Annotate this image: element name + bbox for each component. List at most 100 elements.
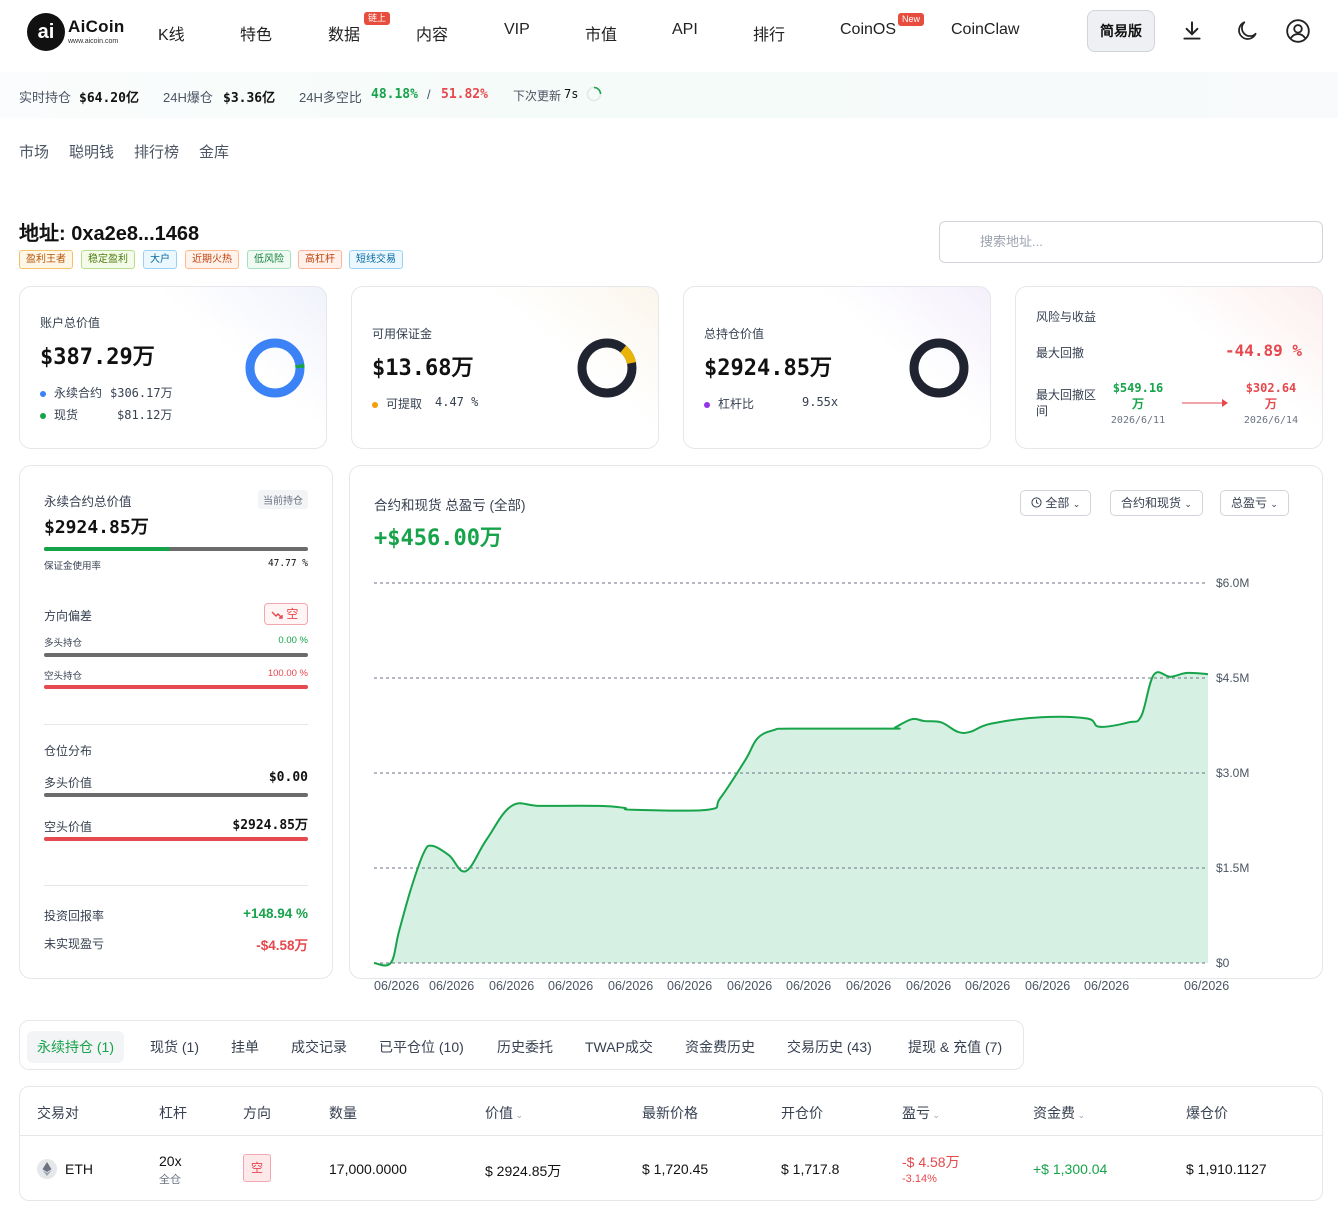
account-value: $387.29万	[40, 345, 155, 370]
nav-kline[interactable]: K线	[158, 21, 185, 45]
leverage-label: 杠杆比	[718, 397, 755, 411]
aicoin-logo[interactable]: ai AiCoin www.aicoin.com	[27, 12, 131, 52]
eth-icon	[37, 1159, 57, 1179]
col-pnl[interactable]: 盈亏 ⌄	[902, 1103, 940, 1123]
tab-perp-positions[interactable]: 永续持仓 (1)	[27, 1031, 124, 1063]
sort-icon: ⌄	[930, 1110, 941, 1120]
divider	[44, 724, 308, 725]
tag-profit-king: 盈利王者	[19, 250, 73, 269]
col-entry: 开仓价	[781, 1105, 823, 1121]
withdrawable-label: 可提取	[386, 397, 423, 411]
x-tick: 06/2026	[1084, 979, 1130, 993]
tag-short-term: 短线交易	[349, 250, 403, 269]
tag-high-leverage: 高杠杆	[298, 250, 342, 269]
nav-vip[interactable]: VIP	[504, 21, 530, 39]
long-position-value: 0.00 %	[278, 635, 308, 646]
row-pair[interactable]: ETH	[65, 1161, 93, 1177]
nav-coinos[interactable]: CoinOS	[840, 21, 896, 39]
nav-data[interactable]: 数据	[328, 21, 360, 45]
x-tick: 06/2026	[906, 979, 952, 993]
y-tick: $1.5M	[1216, 861, 1250, 875]
ratio-label: 24H多空比	[299, 90, 362, 105]
y-tick: $3.0M	[1216, 766, 1250, 780]
user-icon[interactable]	[1285, 18, 1311, 44]
subtab-leaderboard[interactable]: 排行榜	[134, 141, 179, 162]
upnl-value: -$4.58万	[256, 938, 308, 953]
spot-label: 现货	[54, 408, 79, 422]
roi-value: +148.94 %	[243, 906, 308, 921]
col-funding-label: 资金费	[1033, 1105, 1075, 1121]
time-range-dropdown[interactable]: 全部 ⌄	[1020, 490, 1092, 516]
margin-label: 可用保证金	[372, 327, 433, 341]
tab-funding-history[interactable]: 资金费历史	[675, 1031, 765, 1063]
col-value[interactable]: 价值 ⌄	[485, 1103, 523, 1123]
x-tick: 06/2026	[489, 979, 535, 993]
leverage-legend: 杠杆比	[704, 395, 754, 412]
long-position-label: 多头持仓	[44, 638, 83, 649]
row-side-badge: 空	[243, 1154, 271, 1182]
risk-label: 风险与收益	[1036, 310, 1097, 324]
drawdown-from-value: $549.16万	[1112, 381, 1164, 411]
perp-summary-panel: 永续合约总价值 当前持仓 $2924.85万 保证金使用率 47.77 % 方向…	[19, 465, 333, 979]
x-tick: 06/2026	[374, 979, 420, 993]
nav-features[interactable]: 特色	[240, 21, 272, 45]
col-pair: 交易对	[37, 1105, 79, 1121]
tag-recent-hot: 近期火热	[185, 250, 239, 269]
account-value-label: 账户总价值	[40, 316, 101, 330]
x-tick: 06/2026	[429, 979, 475, 993]
row-pnl-pct: -3.14%	[902, 1173, 937, 1185]
subtab-smart-money[interactable]: 聪明钱	[69, 141, 114, 162]
positions-tab-bar: 永续持仓 (1) 现货 (1) 挂单 成交记录 已平仓位 (10) 历史委托 T…	[19, 1020, 1024, 1070]
nav-coinclaw[interactable]: CoinClaw	[951, 21, 1019, 39]
logo-mark: ai	[27, 13, 65, 51]
download-icon[interactable]	[1179, 18, 1205, 44]
holding-value: $64.20亿	[79, 91, 139, 106]
col-funding[interactable]: 资金费 ⌄	[1033, 1103, 1085, 1123]
tab-deposits-withdrawals[interactable]: 提现 & 充值 (7)	[898, 1031, 1012, 1063]
pnl-area-chart[interactable]	[360, 570, 1310, 975]
x-tick: 06/2026	[727, 979, 773, 993]
leverage-value: 9.55x	[802, 395, 839, 409]
long-value-label: 多头价值	[44, 776, 93, 790]
moon-icon[interactable]	[1234, 18, 1260, 44]
nav-content[interactable]: 内容	[416, 21, 448, 45]
col-pnl-label: 盈亏	[902, 1105, 930, 1121]
scope-dropdown[interactable]: 合约和现货 ⌄	[1110, 490, 1203, 516]
next-update-label: 下次更新	[513, 89, 562, 103]
nav-ranking[interactable]: 排行	[753, 21, 785, 45]
tab-twap[interactable]: TWAP成交	[575, 1031, 663, 1063]
perp-total-label: 永续合约总价值	[44, 495, 132, 509]
long-value: $0.00	[268, 770, 308, 785]
withdrawable-legend: 可提取	[372, 395, 422, 412]
account-donut	[245, 338, 305, 398]
tab-spot[interactable]: 现货 (1)	[140, 1031, 209, 1063]
scope-label: 合约和现货	[1121, 496, 1182, 510]
trend-down-icon	[271, 611, 283, 619]
tab-trade-history[interactable]: 交易历史 (43)	[777, 1031, 882, 1063]
nav-api[interactable]: API	[672, 21, 698, 39]
spot-value: $81.12万	[117, 408, 173, 422]
simple-mode-button[interactable]: 简易版	[1087, 10, 1155, 52]
subtab-market[interactable]: 市场	[19, 141, 49, 162]
tag-stable-profit: 稳定盈利	[81, 250, 135, 269]
tab-closed-positions[interactable]: 已平仓位 (10)	[369, 1031, 474, 1063]
spot-dot	[40, 412, 46, 419]
direction-label: 方向偏差	[44, 609, 93, 623]
col-side: 方向	[243, 1105, 271, 1121]
tab-fills[interactable]: 成交记录	[281, 1031, 357, 1063]
metric-dropdown[interactable]: 总盈亏 ⌄	[1220, 490, 1289, 516]
subtab-vault[interactable]: 金库	[199, 141, 229, 162]
sort-icon: ⌄	[513, 1110, 524, 1120]
address-search-input[interactable]: 搜索地址...	[939, 221, 1323, 263]
max-drawdown-label: 最大回撤	[1036, 346, 1085, 360]
perp-legend: 永续合约	[40, 384, 102, 401]
tab-open-orders[interactable]: 挂单	[221, 1031, 269, 1063]
nav-market-cap[interactable]: 市值	[585, 21, 617, 45]
next-update-value: 7s	[564, 87, 579, 101]
liq-label: 24H爆仓	[163, 90, 213, 105]
short-ratio: 51.82%	[441, 87, 488, 102]
position-value: $2924.85万	[704, 356, 832, 381]
tab-order-history[interactable]: 历史委托	[487, 1031, 563, 1063]
refresh-spinner-icon	[586, 86, 602, 102]
perp-label: 永续合约	[54, 386, 103, 400]
